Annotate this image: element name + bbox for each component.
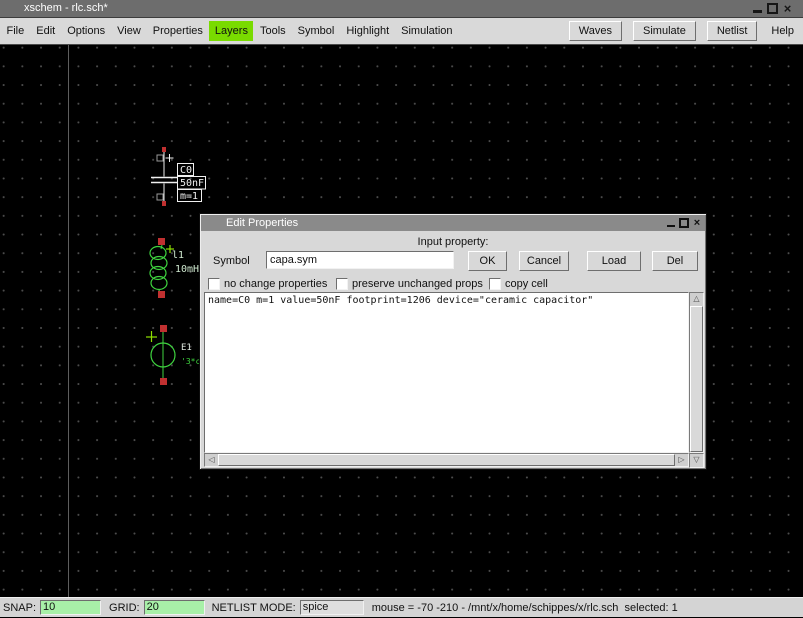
pin-marker — [160, 325, 167, 332]
source-component[interactable]: E1 '3*c — [146, 325, 200, 385]
snap-label: SNAP: — [3, 602, 36, 614]
mouse-status-text: mouse = -70 -210 - /mnt/x/home/schippes/… — [372, 602, 678, 614]
menu-properties[interactable]: Properties — [147, 21, 208, 41]
vertical-scrollbar[interactable]: △ — [689, 292, 704, 453]
maximize-icon[interactable] — [767, 3, 778, 14]
menubar: File Edit Options View Properties Layers… — [0, 18, 803, 45]
input-property-label: Input property: — [200, 236, 706, 248]
menu-view[interactable]: View — [112, 21, 147, 41]
menu-layers[interactable]: Layers — [209, 21, 253, 41]
pin-marker — [158, 238, 165, 245]
dialog-controls: × — [666, 218, 702, 228]
horizontal-scroll-thumb[interactable] — [218, 454, 675, 466]
scroll-down-icon[interactable]: ▽ — [690, 454, 703, 466]
edit-properties-dialog: Edit Properties × Input property: Symbol… — [199, 213, 707, 470]
checkbox-row: no change properties preserve unchanged … — [200, 277, 706, 291]
snap-input[interactable]: 10 — [40, 600, 101, 615]
pin-marker — [160, 378, 167, 385]
scroll-right-icon[interactable]: ▷ — [675, 454, 688, 466]
menu-options[interactable]: Options — [62, 21, 111, 41]
menu-symbol[interactable]: Symbol — [292, 21, 340, 41]
pin-box — [157, 194, 163, 200]
grid-label: GRID: — [109, 602, 140, 614]
horizontal-scrollbar[interactable]: ◁ ▷ — [204, 453, 689, 467]
pin-box — [157, 155, 163, 161]
pin-marker — [158, 291, 165, 298]
menu-tools[interactable]: Tools — [254, 21, 291, 41]
close-icon[interactable]: × — [782, 3, 793, 14]
minimize-icon[interactable] — [752, 3, 763, 14]
capacitor-component[interactable]: C0 50nF m=1 — [151, 147, 206, 206]
capacitor-value-label: 50nF — [180, 178, 204, 189]
waves-button[interactable]: Waves — [569, 21, 622, 41]
no-change-properties-label: no change properties — [224, 278, 327, 290]
load-button[interactable]: Load — [587, 251, 641, 271]
pin-marker — [162, 201, 166, 206]
copy-cell-label: copy cell — [505, 278, 548, 290]
source-ref-label: E1 — [181, 343, 192, 353]
simulate-button[interactable]: Simulate — [633, 21, 696, 41]
menu-highlight[interactable]: Highlight — [341, 21, 395, 41]
menu-help[interactable]: Help — [768, 22, 798, 40]
symbol-label: Symbol — [213, 255, 250, 267]
property-textarea[interactable]: name=C0 m=1 value=50nF footprint=1206 de… — [204, 292, 689, 453]
dialog-title: Edit Properties — [226, 215, 298, 231]
del-button[interactable]: Del — [652, 251, 698, 271]
ok-button[interactable]: OK — [468, 251, 507, 271]
menubar-right: Waves Simulate Netlist Help — [569, 21, 798, 41]
grid-input[interactable]: 20 — [144, 600, 205, 615]
dialog-titlebar[interactable]: Edit Properties × — [201, 215, 705, 231]
capacitor-mult-label: m=1 — [180, 191, 198, 202]
copy-cell-checkbox[interactable] — [489, 278, 501, 290]
window-title: xschem - rlc.sch* — [24, 0, 108, 17]
cancel-button[interactable]: Cancel — [519, 251, 569, 271]
preserve-unchanged-props-label: preserve unchanged props — [352, 278, 483, 290]
statusbar: SNAP: 10 GRID: 20 NETLIST MODE: spice mo… — [0, 597, 803, 617]
window-controls: × — [752, 3, 793, 14]
scroll-down-box[interactable]: ▽ — [689, 453, 704, 468]
netlist-mode-label: NETLIST MODE: — [212, 602, 296, 614]
inductor-ref-label: l1 — [172, 250, 184, 261]
maximize-icon[interactable] — [679, 218, 689, 228]
pin-marker — [162, 147, 166, 152]
preserve-unchanged-props-checkbox[interactable] — [336, 278, 348, 290]
source-value-label: '3*c — [181, 357, 200, 366]
scroll-up-icon[interactable]: △ — [690, 293, 703, 305]
vertical-scroll-thumb[interactable] — [690, 306, 703, 452]
scroll-left-icon[interactable]: ◁ — [205, 454, 218, 466]
close-icon[interactable]: × — [692, 218, 702, 228]
no-change-properties-checkbox[interactable] — [208, 278, 220, 290]
minimize-icon[interactable] — [666, 218, 676, 228]
menu-file[interactable]: File — [1, 21, 30, 41]
capacitor-ref-label: C0 — [180, 165, 192, 176]
inductor-component[interactable]: l1 10mH — [150, 238, 199, 298]
menu-edit[interactable]: Edit — [31, 21, 61, 41]
netlist-mode-input[interactable]: spice — [300, 600, 364, 615]
inductor-value-label: 10mH — [175, 264, 199, 275]
window-titlebar: xschem - rlc.sch* × — [0, 0, 803, 18]
symbol-input[interactable]: capa.sym — [266, 251, 454, 269]
netlist-button[interactable]: Netlist — [707, 21, 758, 41]
xschem-window: xschem - rlc.sch* × File Edit Options Vi… — [0, 0, 803, 618]
menu-simulation[interactable]: Simulation — [396, 21, 458, 41]
